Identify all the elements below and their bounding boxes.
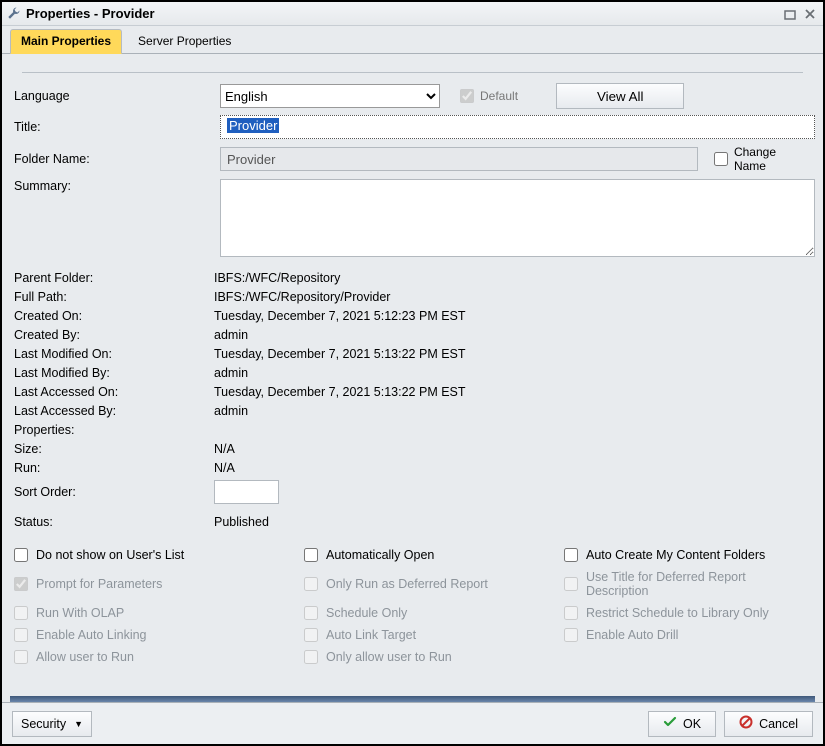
only-deferred-label: Only Run as Deferred Report [326, 577, 488, 591]
only-allow-run-checkbox [304, 650, 318, 664]
title-input-value: Provider [227, 118, 279, 133]
allow-user-run-checkbox [14, 650, 28, 664]
do-not-show-label: Do not show on User's List [36, 548, 184, 562]
window-title: Properties - Provider [26, 6, 155, 21]
summary-label: Summary: [14, 179, 214, 193]
only-allow-run-label: Only allow user to Run [326, 650, 452, 664]
last-modified-on-label: Last Modified On: [14, 347, 214, 361]
allow-user-run-label: Allow user to Run [36, 650, 134, 664]
view-all-button[interactable]: View All [556, 83, 684, 109]
title-input[interactable]: Provider [220, 115, 815, 139]
auto-create-folders-label: Auto Create My Content Folders [586, 548, 765, 562]
enable-auto-drill-label: Enable Auto Drill [586, 628, 678, 642]
prompt-parameters-checkbox [14, 577, 28, 591]
created-by-value: admin [214, 328, 811, 342]
tab-bar: Main Properties Server Properties [2, 26, 823, 54]
full-path-label: Full Path: [14, 290, 214, 304]
dialog-footer: Security ▼ OK Cancel [2, 702, 823, 744]
parent-folder-label: Parent Folder: [14, 271, 214, 285]
created-on-label: Created On: [14, 309, 214, 323]
last-accessed-on-label: Last Accessed On: [14, 385, 214, 399]
last-modified-by-label: Last Modified By: [14, 366, 214, 380]
created-on-value: Tuesday, December 7, 2021 5:12:23 PM EST [214, 309, 811, 323]
run-with-olap-checkbox [14, 606, 28, 620]
folder-name-label: Folder Name: [14, 152, 214, 166]
automatically-open-label: Automatically Open [326, 548, 434, 562]
last-modified-on-value: Tuesday, December 7, 2021 5:13:22 PM EST [214, 347, 811, 361]
enable-auto-drill-checkbox [564, 628, 578, 642]
wrench-icon [6, 6, 22, 22]
size-label: Size: [14, 442, 214, 456]
use-title-deferred-checkbox [564, 577, 578, 591]
maximize-icon[interactable] [781, 6, 799, 22]
cancel-icon [739, 715, 753, 732]
last-accessed-by-label: Last Accessed By: [14, 404, 214, 418]
status-value: Published [214, 515, 811, 529]
auto-link-target-checkbox [304, 628, 318, 642]
properties-dialog: Properties - Provider Main Properties Se… [0, 0, 825, 746]
schedule-only-label: Schedule Only [326, 606, 407, 620]
schedule-only-checkbox [304, 606, 318, 620]
size-value: N/A [214, 442, 811, 456]
restrict-library-checkbox [564, 606, 578, 620]
folder-name-input [220, 147, 698, 171]
auto-link-target-label: Auto Link Target [326, 628, 416, 642]
restrict-library-label: Restrict Schedule to Library Only [586, 606, 769, 620]
use-title-deferred-label: Use Title for Deferred Report Descriptio… [586, 570, 811, 598]
security-button[interactable]: Security ▼ [12, 711, 92, 737]
ok-button-label: OK [683, 717, 701, 731]
default-label: Default [480, 89, 518, 103]
sort-order-input[interactable] [214, 480, 279, 504]
parent-folder-value: IBFS:/WFC/Repository [214, 271, 811, 285]
prompt-parameters-label: Prompt for Parameters [36, 577, 162, 591]
tab-main-properties[interactable]: Main Properties [10, 29, 122, 54]
last-accessed-on-value: Tuesday, December 7, 2021 5:13:22 PM EST [214, 385, 811, 399]
chevron-down-icon: ▼ [74, 719, 83, 729]
enable-auto-linking-label: Enable Auto Linking [36, 628, 147, 642]
change-name-label: Change Name [734, 145, 811, 173]
titlebar: Properties - Provider [2, 2, 823, 26]
run-value: N/A [214, 461, 811, 475]
auto-create-folders-checkbox[interactable] [564, 548, 578, 562]
ok-button[interactable]: OK [648, 711, 716, 737]
check-icon [663, 715, 677, 732]
close-icon[interactable] [801, 6, 819, 22]
enable-auto-linking-checkbox [14, 628, 28, 642]
main-properties-panel: Language English Default View All Title:… [2, 54, 823, 696]
automatically-open-checkbox[interactable] [304, 548, 318, 562]
language-select[interactable]: English [220, 84, 440, 108]
created-by-label: Created By: [14, 328, 214, 342]
tab-server-properties[interactable]: Server Properties [128, 30, 241, 53]
security-button-label: Security [21, 717, 66, 731]
cancel-button[interactable]: Cancel [724, 711, 813, 737]
cancel-button-label: Cancel [759, 717, 798, 731]
run-with-olap-label: Run With OLAP [36, 606, 124, 620]
properties-label: Properties: [14, 423, 214, 437]
only-deferred-checkbox [304, 577, 318, 591]
properties-value [214, 423, 811, 437]
default-checkbox [460, 89, 474, 103]
do-not-show-checkbox[interactable] [14, 548, 28, 562]
summary-textarea[interactable] [220, 179, 815, 257]
status-label: Status: [14, 515, 214, 529]
language-label: Language [14, 89, 214, 103]
options-grid: Do not show on User's List Automatically… [14, 548, 811, 664]
title-label: Title: [14, 120, 214, 134]
full-path-value: IBFS:/WFC/Repository/Provider [214, 290, 811, 304]
last-modified-by-value: admin [214, 366, 811, 380]
run-label: Run: [14, 461, 214, 475]
last-accessed-by-value: admin [214, 404, 811, 418]
change-name-checkbox[interactable] [714, 152, 728, 166]
sort-order-label: Sort Order: [14, 485, 214, 499]
